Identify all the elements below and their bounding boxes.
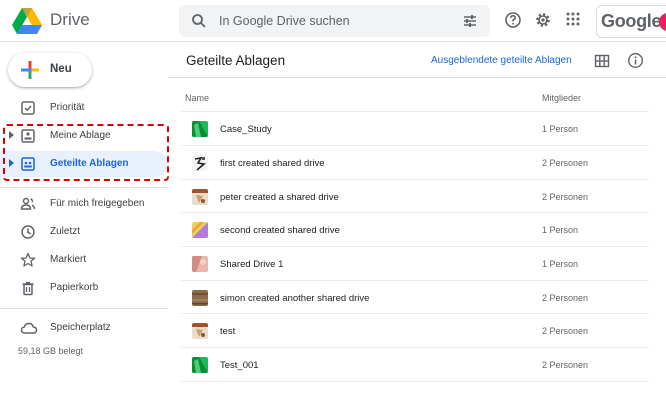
craft-theme-icon <box>192 189 208 205</box>
table-bottom-border <box>181 381 649 382</box>
sidebar-item-label: Papierkorb <box>50 282 99 293</box>
colorful-theme-icon <box>192 222 208 238</box>
sidebar-item-label: Für mich freigegeben <box>50 198 145 209</box>
main-divider <box>168 77 666 78</box>
drawing-theme-icon <box>192 155 208 171</box>
row-name: Test_001 <box>220 360 259 371</box>
row-name: second created shared drive <box>220 225 340 236</box>
row-members: 1 Person <box>542 124 579 134</box>
row-members: 1 Person <box>542 259 579 269</box>
row-members: 2 Personen <box>542 360 589 370</box>
people-icon <box>20 197 36 210</box>
grid-view-icon[interactable] <box>594 53 610 69</box>
sidebar-item-label: Priorität <box>50 102 85 113</box>
help-icon[interactable] <box>504 11 522 29</box>
pink-theme-icon <box>192 256 208 272</box>
table-row[interactable]: Case_Study 1 Person <box>181 111 649 145</box>
sidebar-item-trash[interactable]: Papierkorb <box>0 275 168 301</box>
row-name: simon created another shared drive <box>220 293 370 304</box>
cloud-icon <box>20 322 38 334</box>
info-icon[interactable] <box>627 52 644 69</box>
table-row[interactable]: simon created another shared drive 2 Per… <box>181 280 649 314</box>
table-row[interactable]: test 2 Personen <box>181 313 649 347</box>
row-name: peter created a shared drive <box>220 192 339 203</box>
page-title: Geteilte Ablagen <box>186 53 286 68</box>
sidebar-item-label: Speicherplatz <box>50 322 111 333</box>
row-members: 2 Personen <box>542 158 589 168</box>
google-brand-label: Google <box>601 11 662 31</box>
annotation-highlight-box <box>3 124 169 181</box>
table-row[interactable]: second created shared drive 1 Person <box>181 212 649 246</box>
sidebar-item-storage[interactable]: Speicherplatz <box>0 315 168 341</box>
row-members: 2 Personen <box>542 293 589 303</box>
trash-icon <box>22 281 34 296</box>
craft-theme-icon <box>192 323 208 339</box>
table-row[interactable]: Test_001 2 Personen <box>181 347 649 381</box>
priority-check-icon <box>21 101 35 115</box>
new-button[interactable]: Neu <box>8 53 92 87</box>
search-icon[interactable] <box>191 13 207 29</box>
sidebar-divider <box>0 187 168 188</box>
sidebar-item-priority[interactable]: Priorität <box>0 95 168 121</box>
hidden-shared-drives-link[interactable]: Ausgeblendete geteilte Ablagen <box>431 55 572 66</box>
apps-grid-icon[interactable] <box>565 11 581 27</box>
clock-icon <box>21 225 35 239</box>
sidebar-item-recent[interactable]: Zuletzt <box>0 219 168 245</box>
green-theme-icon <box>192 121 208 137</box>
row-name: Case_Study <box>220 124 272 135</box>
sidebar-divider <box>0 308 168 309</box>
account-switcher[interactable]: Google <box>596 5 666 38</box>
storage-used-text: 59,18 GB belegt <box>18 346 84 356</box>
column-header-members: Mitglieder <box>542 93 582 103</box>
search-options-icon[interactable] <box>462 13 478 29</box>
row-members: 2 Personen <box>542 192 589 202</box>
row-name: Shared Drive 1 <box>220 259 284 270</box>
row-name: test <box>220 326 236 337</box>
table-row[interactable]: first created shared drive 2 Personen <box>181 145 649 179</box>
row-members: 2 Personen <box>542 326 589 336</box>
star-icon <box>20 252 36 267</box>
sidebar-item-starred[interactable]: Markiert <box>0 247 168 273</box>
app-title[interactable]: Drive <box>50 10 90 30</box>
new-button-label: Neu <box>50 63 72 75</box>
drive-logo-icon[interactable] <box>12 8 42 34</box>
sidebar-item-label: Zuletzt <box>50 226 81 237</box>
plus-icon <box>21 61 39 79</box>
row-name: first created shared drive <box>220 158 325 169</box>
table-row[interactable]: peter created a shared drive 2 Personen <box>181 179 649 213</box>
search-bar[interactable]: In Google Drive suchen <box>179 5 490 37</box>
row-members: 1 Person <box>542 225 579 235</box>
top-bar: Drive In Google Drive suchen Google <box>0 0 666 42</box>
settings-gear-icon[interactable] <box>534 11 552 29</box>
sidebar-item-shared-with-me[interactable]: Für mich freigegeben <box>0 191 168 217</box>
sidebar-item-label: Markiert <box>50 254 87 265</box>
search-input[interactable]: In Google Drive suchen <box>219 14 350 28</box>
table-row[interactable]: Shared Drive 1 1 Person <box>181 246 649 280</box>
column-header-name[interactable]: Name <box>185 93 209 103</box>
wood-theme-icon <box>192 290 208 306</box>
green-theme-icon <box>192 357 208 373</box>
